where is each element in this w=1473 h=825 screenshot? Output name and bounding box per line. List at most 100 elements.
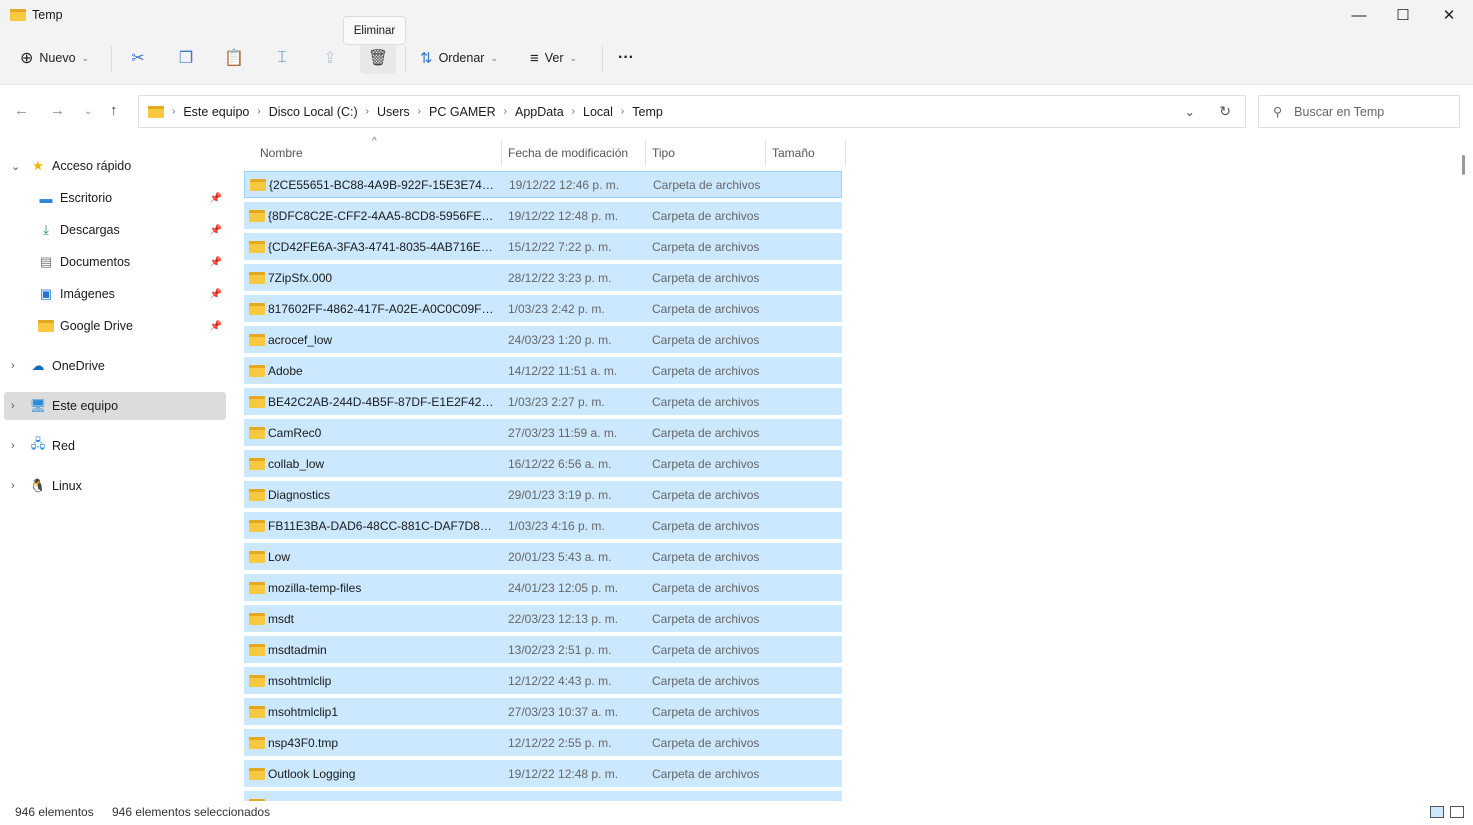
- close-button[interactable]: ✕: [1426, 0, 1472, 30]
- table-row[interactable]: 817602FF-4862-417F-A02E-A0C0C09F6BDE 1/03…: [244, 295, 842, 322]
- folder-icon: [249, 798, 265, 801]
- file-date: 27/03/23 10:37 a. m.: [508, 704, 619, 719]
- file-date: 29/01/23 3:19 p. m.: [508, 487, 612, 502]
- sidebar-item-desktop[interactable]: ▬ Escritorio 📌: [4, 184, 226, 212]
- table-row[interactable]: Adobe 14/12/22 11:51 a. m. Carpeta de arch…: [244, 357, 842, 384]
- column-header-type[interactable]: Tipo: [644, 140, 766, 166]
- table-row[interactable]: msohtmlclip1 27/03/23 10:37 a. m. Carpeta …: [244, 698, 842, 725]
- table-row[interactable]: BE42C2AB-244D-4B5F-87DF-E1E2F4298C42 1/03…: [244, 388, 842, 415]
- table-row[interactable]: collab_low 16/12/22 6:56 a. m. Carpeta de …: [244, 450, 842, 477]
- sidebar-item-onedrive[interactable]: › ☁ OneDrive: [4, 352, 226, 380]
- table-row[interactable]: CamRec0 27/03/23 11:59 a. m. Carpeta de ar…: [244, 419, 842, 446]
- table-row[interactable]: [244, 791, 842, 801]
- file-date: 24/01/23 12:05 p. m.: [508, 580, 619, 595]
- file-name: {CD42FE6A-3FA3-4741-8035-4AB716EAB3...: [268, 239, 498, 254]
- table-row[interactable]: {8DFC8C2E-CFF2-4AA5-8CD8-5956FED08... 19/…: [244, 202, 842, 229]
- sidebar-item-network[interactable]: › 🖧 Red: [4, 432, 226, 460]
- back-button[interactable]: ←: [14, 102, 29, 119]
- table-row[interactable]: msdt 22/03/23 12:13 p. m. Carpeta de archi…: [244, 605, 842, 632]
- cut-button[interactable]: ✂: [120, 42, 156, 74]
- new-button[interactable]: ⊕ Nuevo ⌄: [20, 42, 89, 74]
- share-button[interactable]: ⇪: [312, 42, 348, 74]
- breadcrumb[interactable]: Disco Local (C:): [269, 105, 358, 119]
- chevron-right-icon: ›: [11, 480, 15, 492]
- table-row[interactable]: msohtmlclip 12/12/22 4:43 p. m. Carpeta de…: [244, 667, 842, 694]
- chevron-down-icon[interactable]: ⌄: [1185, 104, 1195, 119]
- sidebar-item-downloads[interactable]: ⤓ Descargas 📌: [4, 216, 226, 244]
- breadcrumb[interactable]: Este equipo: [183, 105, 249, 119]
- table-row[interactable]: msdtadmin 13/02/23 2:51 p. m. Carpeta de a…: [244, 636, 842, 663]
- sidebar-item-documents[interactable]: ▤ Documentos 📌: [4, 248, 226, 276]
- table-row[interactable]: nsp43F0.tmp 12/12/22 2:55 p. m. Carpeta de…: [244, 729, 842, 756]
- folder-icon: [249, 674, 265, 687]
- folder-icon: [249, 612, 265, 625]
- file-date: 20/01/23 5:43 a. m.: [508, 549, 612, 564]
- file-date: 15/12/22 7:22 p. m.: [508, 239, 612, 254]
- paste-button[interactable]: 📋: [216, 42, 252, 74]
- folder-icon: [10, 9, 26, 21]
- file-date: 1/03/23 2:27 p. m.: [508, 394, 605, 409]
- pin-icon: 📌: [209, 224, 222, 236]
- refresh-icon[interactable]: ↻: [1219, 103, 1231, 120]
- delete-button[interactable]: 🗑: [360, 42, 396, 74]
- copy-button[interactable]: ❐: [168, 42, 204, 74]
- up-button[interactable]: ↑: [110, 102, 118, 119]
- search-input[interactable]: ⚲ Buscar en Temp: [1258, 95, 1460, 128]
- tiles-view-button[interactable]: [1450, 806, 1464, 818]
- file-name: FB11E3BA-DAD6-48CC-881C-DAF7D8EC...: [268, 518, 498, 533]
- table-row[interactable]: Diagnostics 29/01/23 3:19 p. m. Carpeta de…: [244, 481, 842, 508]
- more-button[interactable]: ···: [618, 42, 634, 74]
- folder-icon: [249, 457, 265, 470]
- forward-button[interactable]: →: [50, 102, 65, 119]
- column-header-date[interactable]: Fecha de modificación: [500, 140, 646, 166]
- sidebar-item-quick-access[interactable]: ⌄ ★ Acceso rápido: [4, 152, 226, 180]
- star-icon: ★: [32, 158, 44, 173]
- file-name: {8DFC8C2E-CFF2-4AA5-8CD8-5956FED08...: [268, 208, 498, 223]
- address-bar[interactable]: › Este equipo › Disco Local (C:) › Users › …: [138, 95, 1246, 128]
- breadcrumb[interactable]: Temp: [632, 105, 663, 119]
- rename-button[interactable]: ⌶: [264, 42, 300, 74]
- breadcrumb[interactable]: PC GAMER: [429, 105, 496, 119]
- file-type: Carpeta de archivos: [652, 487, 760, 502]
- table-row[interactable]: Low 20/01/23 5:43 a. m. Carpeta de archivo…: [244, 543, 842, 570]
- item-count: 946 elementos: [15, 805, 94, 819]
- breadcrumb[interactable]: Local: [583, 105, 613, 119]
- cloud-icon: ☁: [31, 358, 45, 373]
- sidebar-item-google-drive[interactable]: Google Drive 📌: [4, 312, 226, 340]
- file-date: 14/12/22 11:51 a. m.: [508, 363, 618, 378]
- divider: [111, 46, 112, 72]
- file-name: msohtmlclip: [268, 673, 332, 688]
- sidebar-item-linux[interactable]: › 🐧 Linux: [4, 472, 226, 500]
- folder-icon: [249, 426, 265, 439]
- view-button[interactable]: ≡ Ver ⌄: [530, 42, 577, 74]
- file-type: Carpeta de archivos: [652, 363, 760, 378]
- table-row[interactable]: FB11E3BA-DAD6-48CC-881C-DAF7D8EC... 1/03/…: [244, 512, 842, 539]
- chevron-down-icon: ⌄: [490, 52, 498, 63]
- table-row[interactable]: mozilla-temp-files 24/01/23 12:05 p. m. Ca…: [244, 574, 842, 601]
- table-row[interactable]: Outlook Logging 19/12/22 12:48 p. m. Carpe…: [244, 760, 842, 787]
- table-row[interactable]: 7ZipSfx.000 28/12/22 3:23 p. m. Carpeta de…: [244, 264, 842, 291]
- breadcrumb[interactable]: Users: [377, 105, 410, 119]
- sidebar: ⌄ ★ Acceso rápido ▬ Escritorio 📌 ⤓ Descargas 📌…: [0, 140, 228, 800]
- recent-button[interactable]: ⌄: [84, 106, 92, 117]
- column-header-name[interactable]: Nombre ^: [252, 136, 502, 166]
- minimize-button[interactable]: —: [1336, 0, 1382, 30]
- table-row[interactable]: {CD42FE6A-3FA3-4741-8035-4AB716EAB3... 15…: [244, 233, 842, 260]
- file-date: 19/12/22 12:46 p. m.: [509, 177, 620, 192]
- sidebar-item-this-pc[interactable]: › 🖥 Este equipo: [4, 392, 226, 420]
- file-type: Carpeta de archivos: [652, 611, 760, 626]
- breadcrumb[interactable]: AppData: [515, 105, 564, 119]
- file-date: 22/03/23 12:13 p. m.: [508, 611, 619, 626]
- scrollbar[interactable]: [1462, 155, 1465, 175]
- file-name: Low: [268, 549, 291, 564]
- table-row[interactable]: {2CE55651-BC88-4A9B-922F-15E3E74104... 19…: [244, 171, 842, 198]
- file-name: 817602FF-4862-417F-A02E-A0C0C09F6BDE: [268, 301, 498, 316]
- file-type: Carpeta de archivos: [652, 394, 760, 409]
- table-row[interactable]: acrocef_low 24/03/23 1:20 p. m. Carpeta de…: [244, 326, 842, 353]
- folder-icon: [249, 364, 265, 377]
- maximize-button[interactable]: ☐: [1380, 0, 1426, 30]
- sidebar-item-images[interactable]: ▣ Imágenes 📌: [4, 280, 226, 308]
- details-view-button[interactable]: [1430, 806, 1444, 818]
- column-header-size[interactable]: Tamaño: [764, 140, 846, 166]
- sort-button[interactable]: ⇅ Ordenar ⌄: [420, 42, 498, 74]
